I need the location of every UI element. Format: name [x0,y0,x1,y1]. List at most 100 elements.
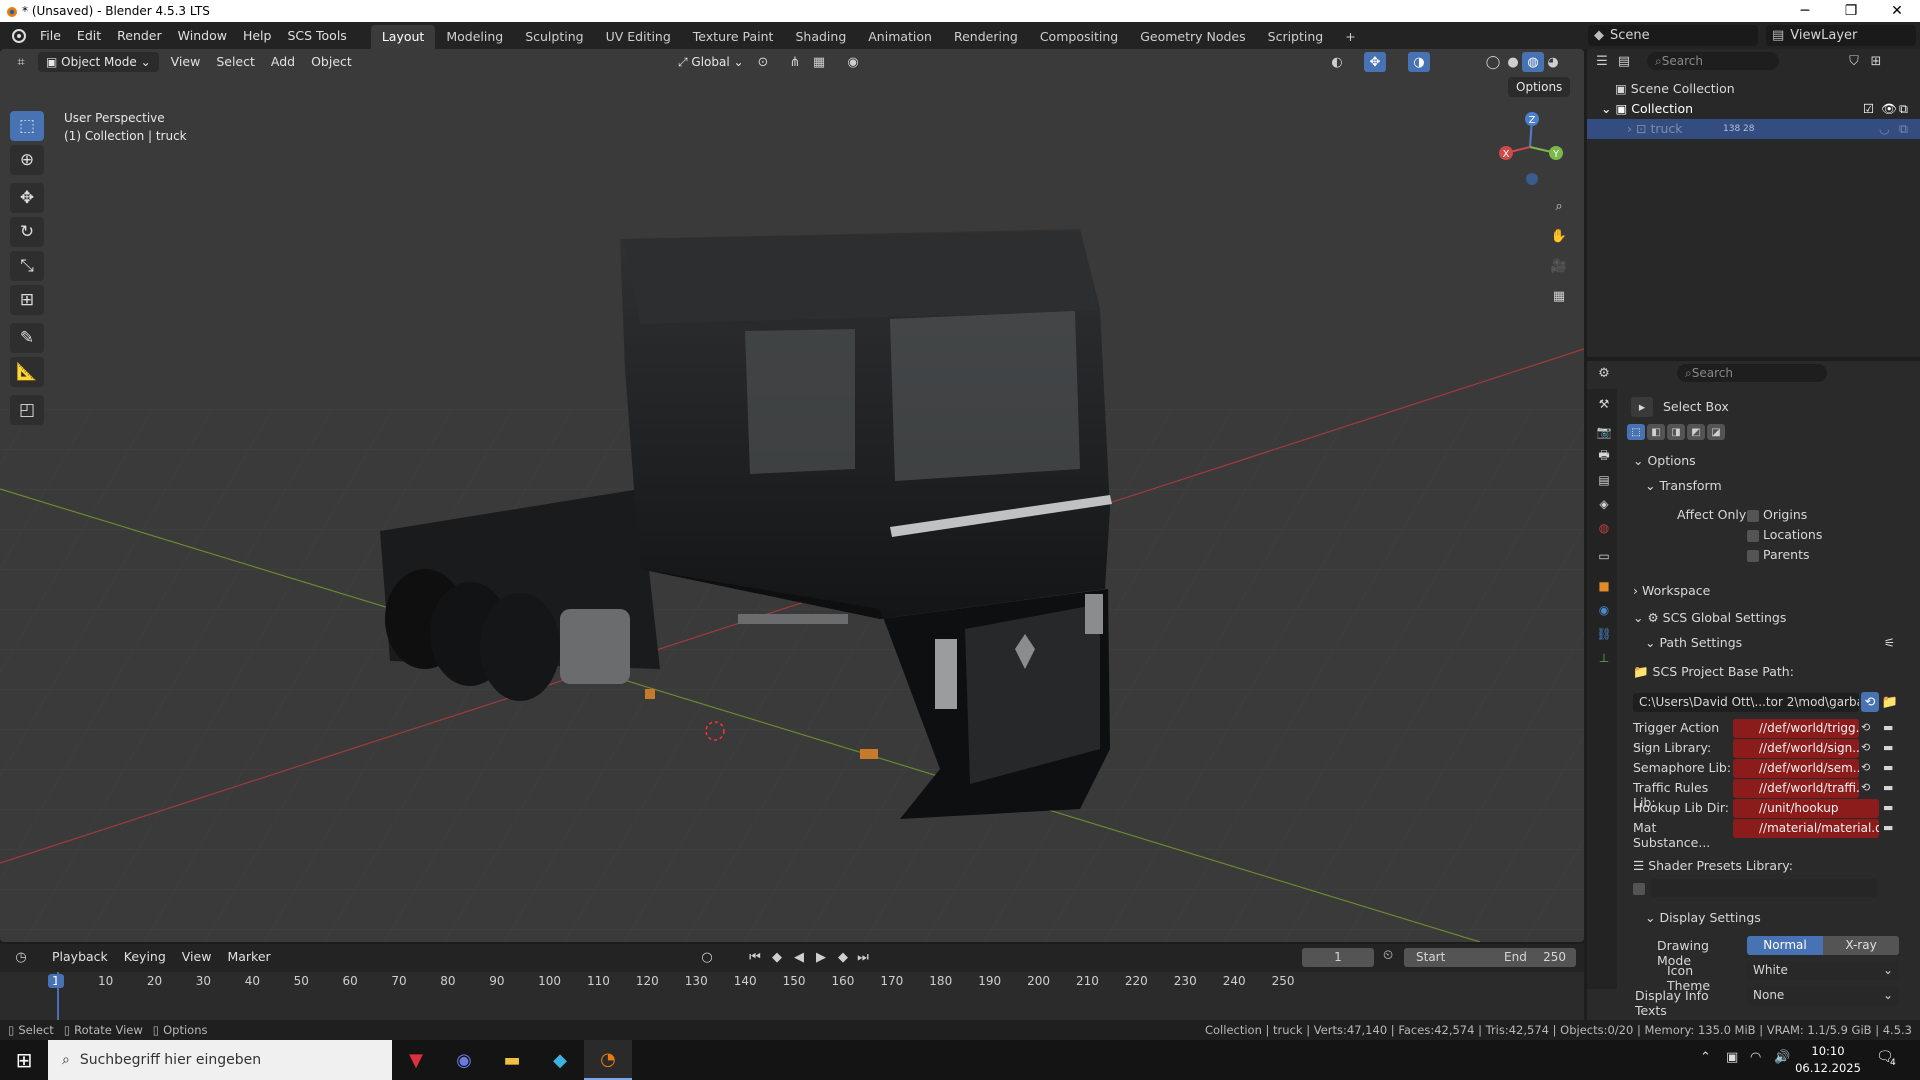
viewport-options-button[interactable]: Options [1508,77,1571,97]
tab-modeling[interactable]: Modeling [435,25,514,49]
material-shading-icon[interactable]: ◍ [1522,52,1544,72]
reload-path-icon[interactable]: ⟲ [1861,692,1879,712]
tab-layout[interactable]: Layout [370,25,436,49]
playhead-line[interactable] [57,972,59,1020]
timeline-editor-icon[interactable]: ◷ [10,947,32,967]
proportional-edit-icon[interactable]: ◉ [842,52,864,72]
select-box-tool[interactable]: ⬚ [10,111,44,141]
object-tab-icon[interactable]: ■ [1595,577,1613,595]
mode-dropdown[interactable]: ▣ Object Mode ⌄ [38,52,159,72]
properties-search-input[interactable]: ⌕ Search [1677,364,1827,382]
display-mode-icon[interactable]: ▤ [1613,51,1635,71]
browse-folder-icon[interactable]: 📁 [1881,692,1899,712]
prev-keyframe-icon[interactable]: ◆ [766,947,788,967]
transform-tool-icon[interactable]: ⊞ [10,285,44,315]
folder-semaphore-icon[interactable]: ▬ [1883,761,1893,774]
timeline-menu-view[interactable]: View [174,946,220,968]
menu-render[interactable]: Render [109,25,170,47]
outliner-editor-icon[interactable]: ☰ [1591,51,1613,71]
tab-rendering[interactable]: Rendering [943,25,1029,49]
scene-tab-icon[interactable]: ◈ [1595,495,1613,513]
minimize-button[interactable]: ─ [1782,0,1828,22]
folder-sign-icon[interactable]: ▬ [1883,741,1893,754]
outliner-scene-collection[interactable]: ▣ Scene Collection [1587,79,1920,99]
folder-hookup-icon[interactable]: ▬ [1883,801,1893,814]
neg-z-axis-icon[interactable] [1526,173,1538,185]
tab-texture-paint[interactable]: Texture Paint [682,25,785,49]
shader-presets-checkbox[interactable] [1633,883,1645,895]
tab-compositing[interactable]: Compositing [1029,25,1129,49]
tray-app-icon[interactable]: ▣ [1726,1050,1738,1065]
reload-sign-icon[interactable]: ⟲ [1861,741,1870,754]
drawing-mode-normal[interactable]: Normal [1747,936,1823,955]
collection-checkbox-icon[interactable]: ☑ [1863,99,1874,119]
folder-trigger-icon[interactable]: ▬ [1883,721,1893,734]
constraints-tab-icon[interactable]: ⛓ [1595,625,1613,643]
visibility-icon[interactable]: ◐ [1326,52,1348,72]
lib-field-hookup[interactable]: //unit/hookup [1733,799,1879,818]
discord-icon[interactable]: ◉ [440,1050,488,1071]
viewport-menu-select[interactable]: Select [208,51,263,73]
new-collection-icon[interactable]: ⊞ [1865,51,1887,71]
close-button[interactable]: ✕ [1874,0,1920,22]
reload-semaphore-icon[interactable]: ⟲ [1861,761,1870,774]
file-explorer-icon[interactable]: ▬ [488,1050,536,1071]
windows-start-icon[interactable]: ⊞ [0,1048,48,1072]
select-intersect-icon[interactable]: ◪ [1707,424,1725,440]
solid-shading-icon[interactable]: ● [1502,52,1524,72]
path-settings-options-icon[interactable]: ⚟ [1884,635,1895,650]
outliner-truck-row[interactable]: › ⊡ truck 138 28 ◡ ⧉ [1587,119,1920,139]
rendered-shading-icon[interactable]: ◕ [1542,52,1564,72]
jump-end-icon[interactable]: ⏭ [852,947,874,967]
rotate-tool-icon[interactable]: ↻ [10,217,44,247]
tab-animation[interactable]: Animation [857,25,943,49]
pivot-icon[interactable]: ⊙ [752,52,774,72]
snap-target-icon[interactable]: ▦ [808,52,830,72]
select-extend-icon[interactable]: ◧ [1647,424,1665,440]
menu-file[interactable]: File [32,25,69,47]
drawing-mode-xray[interactable]: X-ray [1823,936,1899,955]
next-keyframe-icon[interactable]: ◆ [832,947,854,967]
collection-tab-icon[interactable]: ▭ [1595,547,1613,565]
vivaldi-icon[interactable]: ▼ [392,1050,440,1071]
output-tab-icon[interactable]: 🖶 [1595,447,1613,465]
annotate-tool-icon[interactable]: ✎ [10,323,44,353]
select-subtract-icon[interactable]: ◨ [1667,424,1685,440]
display-settings-section-header[interactable]: ⌄ Display Settings [1645,910,1920,925]
timeline-menu-playback[interactable]: Playback [44,946,116,968]
timeline-menu-marker[interactable]: Marker [219,946,278,968]
add-workspace-button[interactable]: + [1334,25,1366,49]
select-invert-icon[interactable]: ◩ [1687,424,1705,440]
tab-geometry-nodes[interactable]: Geometry Nodes [1129,25,1256,49]
viewport-menu-add[interactable]: Add [263,51,303,73]
play-reverse-icon[interactable]: ◀ [788,947,810,967]
pan-hand-icon[interactable]: ✋ [1546,225,1572,247]
lib-field-semaphore[interactable]: //def/world/sem.... [1733,759,1859,778]
world-tab-icon[interactable]: ◍ [1595,519,1613,537]
display-info-dropdown[interactable]: None ⌄ [1747,986,1899,1005]
auto-keying-icon[interactable]: ○ [696,947,718,967]
lib-field-traffic[interactable]: //def/world/traffi... [1733,779,1859,798]
add-cube-tool-icon[interactable]: ◰ [10,395,44,425]
shader-presets-field[interactable] [1651,879,1877,897]
taskbar-search-input[interactable]: ⌕ Suchbegriff hier eingeben [48,1040,392,1080]
data-tab-icon[interactable]: ⊥ [1595,649,1613,667]
blender-taskbar-icon[interactable]: ◔ [584,1040,632,1080]
measure-tool-icon[interactable]: 📐 [10,357,44,387]
taskbar-clock[interactable]: 10:10 06.12.2025 [1792,1043,1864,1077]
tab-uv-editing[interactable]: UV Editing [595,25,682,49]
camera-icon[interactable]: ⧉ [1899,119,1908,139]
camera-icon[interactable]: ⧉ [1899,99,1908,119]
jump-start-icon[interactable]: ⏮ [744,947,766,967]
tab-sculpting[interactable]: Sculpting [514,25,594,49]
path-settings-section-header[interactable]: ⌄ Path Settings ⚟ [1645,635,1905,650]
timeline-track[interactable]: 1 10 20 30 40 50 60 70 80 90 100 110 120 130 140 150 160… [0,972,1584,1020]
folder-mat-icon[interactable]: ▬ [1883,821,1893,834]
lib-field-trigger[interactable]: //def/world/trigg... [1733,719,1859,738]
icon-theme-dropdown[interactable]: White ⌄ [1747,961,1899,980]
viewport-menu-view[interactable]: View [163,51,209,73]
physics-tab-icon[interactable]: ◉ [1595,601,1613,619]
gizmo-toggle-icon[interactable]: ✥ [1364,52,1386,72]
workspace-section-header[interactable]: › Workspace [1633,583,1920,598]
move-tool-icon[interactable]: ✥ [10,183,44,213]
